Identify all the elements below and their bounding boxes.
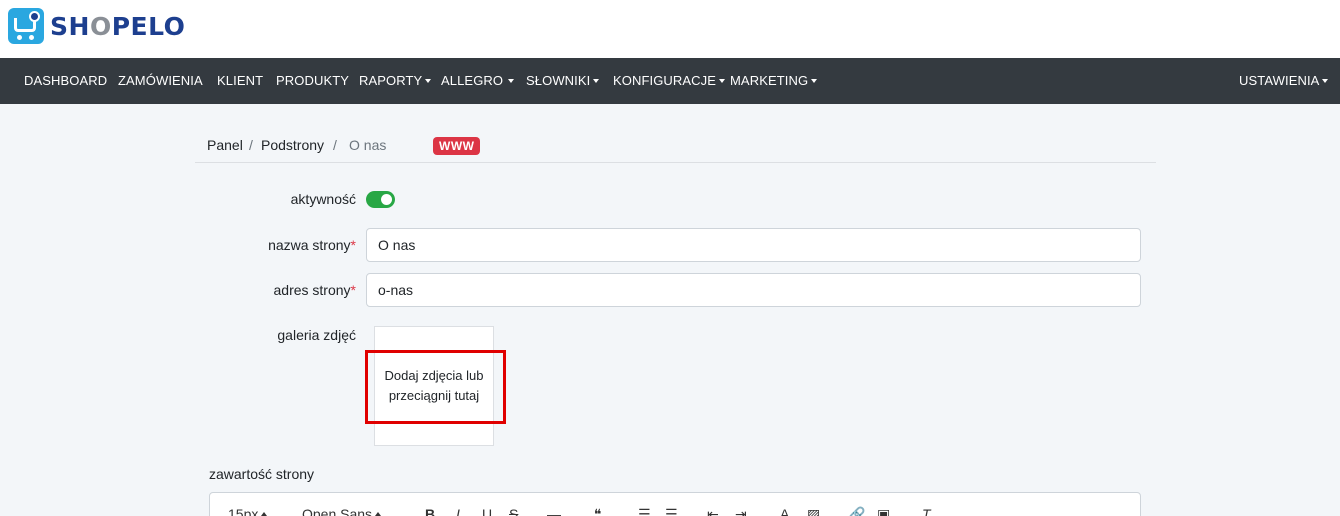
shopping-cart-icon	[8, 8, 44, 44]
caret-down-icon	[593, 78, 600, 83]
clear-format-icon[interactable]: T	[922, 506, 931, 516]
breadcrumb-separator: /	[249, 137, 253, 153]
page-name-label: nazwa strony*	[268, 237, 356, 253]
font-size-select[interactable]: 15px	[228, 506, 268, 516]
breadcrumb-current: O nas	[349, 137, 387, 153]
active-label: aktywność	[290, 191, 356, 207]
blockquote-icon[interactable]: ❝	[594, 506, 602, 516]
nav-klient[interactable]: KLIENT	[217, 58, 263, 104]
nav-dashboard[interactable]: DASHBOARD	[24, 58, 107, 104]
link-icon[interactable]: 🔗	[848, 506, 865, 516]
background-color-icon[interactable]: ▨	[807, 506, 820, 516]
font-color-icon[interactable]: A	[780, 506, 789, 516]
nav-marketing[interactable]: MARKETING	[730, 58, 818, 104]
strikethrough-icon[interactable]: S	[509, 506, 518, 516]
content-label: zawartość strony	[209, 466, 315, 482]
page-name-input[interactable]	[366, 228, 1141, 262]
caret-down-icon	[1322, 78, 1329, 83]
nav-zamowienia[interactable]: ZAMÓWIENIA	[118, 58, 203, 104]
required-mark: *	[350, 237, 356, 253]
breadcrumb-panel[interactable]: Panel	[207, 137, 243, 153]
active-toggle[interactable]	[366, 191, 395, 208]
unordered-list-icon[interactable]: ☰	[665, 506, 678, 516]
nav-produkty[interactable]: PRODUKTY	[276, 58, 349, 104]
toggle-knob	[381, 194, 392, 205]
caret-up-icon	[375, 512, 382, 516]
add-photos-button[interactable]	[365, 350, 506, 424]
nav-ustawienia[interactable]: USTAWIENIA	[1239, 58, 1329, 104]
required-mark: *	[350, 282, 356, 298]
gallery-label: galeria zdjęć	[277, 327, 356, 343]
breadcrumb-separator: /	[333, 137, 337, 153]
font-family-select[interactable]: Open Sans	[302, 506, 382, 516]
top-header: SHOPELO	[0, 0, 1340, 58]
brand-logo[interactable]: SHOPELO	[8, 8, 185, 44]
breadcrumb-podstrony[interactable]: Podstrony	[261, 137, 324, 153]
content-editor-toolbar: 15px Open Sans B I U S — ❝ ☰ ☰ ⇤ ⇥ A ▨ 🔗…	[209, 492, 1141, 516]
indent-icon[interactable]: ⇥	[735, 506, 747, 516]
underline-icon[interactable]: U	[482, 506, 492, 516]
brand-name: SHOPELO	[50, 11, 186, 41]
caret-down-icon	[811, 78, 818, 83]
breadcrumb: Panel / Podstrony / O nas WWW	[195, 127, 1156, 163]
image-icon[interactable]: ▣	[877, 506, 890, 516]
nav-konfiguracje[interactable]: KONFIGURACJE	[613, 58, 726, 104]
www-badge[interactable]: WWW	[433, 137, 481, 155]
caret-down-icon	[719, 78, 726, 83]
horizontal-rule-icon[interactable]: —	[547, 506, 561, 516]
italic-icon[interactable]: I	[456, 506, 460, 516]
caret-down-icon	[425, 78, 432, 83]
nav-slowniki[interactable]: SŁOWNIKI	[526, 58, 600, 104]
ordered-list-icon[interactable]: ☰	[638, 506, 651, 516]
outdent-icon[interactable]: ⇤	[707, 506, 719, 516]
caret-up-icon	[261, 512, 268, 516]
nav-allegro[interactable]: ALLEGRO	[441, 58, 515, 104]
main-navbar: DASHBOARD ZAMÓWIENIA KLIENT PRODUKTY RAP…	[0, 58, 1340, 104]
page-address-input[interactable]	[366, 273, 1141, 307]
caret-down-icon	[508, 78, 515, 83]
nav-raporty[interactable]: RAPORTY	[359, 58, 432, 104]
bold-icon[interactable]: B	[425, 506, 435, 516]
page-address-label: adres strony*	[273, 282, 357, 298]
